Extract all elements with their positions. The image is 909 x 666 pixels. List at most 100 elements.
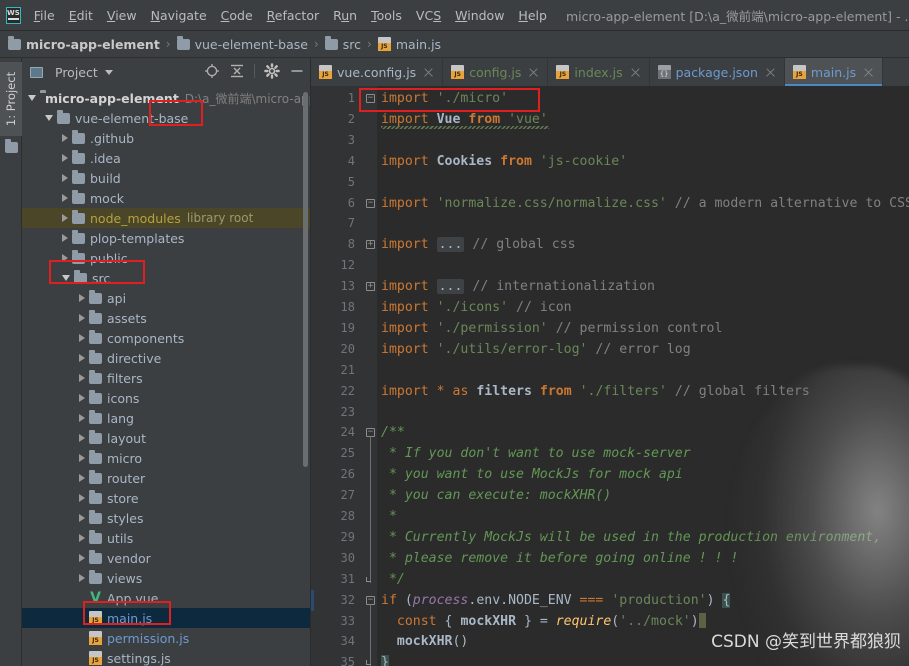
tree-node-permission-js[interactable]: permission.js — [22, 628, 311, 648]
code-line[interactable]: mockXHR() — [381, 631, 468, 652]
close-icon[interactable] — [765, 67, 776, 78]
locate-icon[interactable] — [204, 63, 220, 79]
project-tree-scrollbar[interactable] — [303, 92, 308, 467]
code-line[interactable]: * you want to use MockJs for mock api — [381, 464, 683, 485]
tree-node-app-vue[interactable]: V App.vue — [22, 588, 311, 608]
code-line[interactable]: /** — [381, 422, 405, 443]
twisty-collapsed-icon[interactable] — [79, 474, 85, 482]
code-line[interactable]: import './micro' — [381, 88, 508, 109]
close-icon[interactable] — [423, 67, 434, 78]
editor-tab-config-js[interactable]: config.js — [443, 58, 549, 86]
twisty-expanded-icon[interactable] — [28, 95, 36, 101]
fold-region-end-icon[interactable] — [366, 576, 371, 582]
close-icon[interactable] — [528, 67, 539, 78]
tree-node-components[interactable]: components — [22, 328, 311, 348]
twisty-collapsed-icon[interactable] — [62, 254, 68, 262]
twisty-collapsed-icon[interactable] — [62, 234, 68, 242]
tree-node-directive[interactable]: directive — [22, 348, 311, 368]
code-line[interactable]: * please remove it before going online !… — [381, 548, 738, 569]
project-folder-icon[interactable] — [5, 139, 18, 153]
menu-code[interactable]: Code — [214, 6, 260, 25]
twisty-collapsed-icon[interactable] — [62, 134, 68, 142]
twisty-expanded-icon[interactable] — [62, 275, 70, 281]
tree-node-vendor[interactable]: vendor — [22, 548, 311, 568]
editor-tab-package-json[interactable]: package.json — [649, 58, 785, 86]
code-line[interactable]: const { mockXHR } = require('../mock') — [381, 611, 706, 632]
tree-node-mock[interactable]: mock — [22, 188, 311, 208]
fold-expand-icon[interactable]: + — [366, 282, 375, 292]
close-icon[interactable] — [863, 67, 874, 78]
twisty-collapsed-icon[interactable] — [79, 454, 85, 462]
twisty-collapsed-icon[interactable] — [79, 314, 85, 322]
menu-run[interactable]: Run — [326, 6, 364, 25]
code-line[interactable]: import * as filters from './filters' // … — [381, 381, 810, 402]
twisty-collapsed-icon[interactable] — [62, 194, 68, 202]
editor-tab-index-js[interactable]: index.js — [548, 58, 650, 86]
menu-window[interactable]: Window — [448, 6, 511, 25]
twisty-collapsed-icon[interactable] — [79, 354, 85, 362]
twisty-collapsed-icon[interactable] — [79, 334, 85, 342]
tree-node-styles[interactable]: styles — [22, 508, 311, 528]
breadcrumb-item-main-js[interactable]: main.js — [377, 37, 441, 52]
tree-node-views[interactable]: views — [22, 568, 311, 588]
twisty-collapsed-icon[interactable] — [79, 434, 85, 442]
tree-node-plop-templates[interactable]: plop-templates — [22, 228, 311, 248]
tree-node-vue-element-base[interactable]: vue-element-base — [22, 108, 311, 128]
chevron-down-icon[interactable] — [104, 69, 113, 75]
editor-tab-main-js[interactable]: main.js — [784, 58, 884, 86]
code-line[interactable]: import './utils/error-log' // error log — [381, 339, 691, 360]
tree-node-api[interactable]: api — [22, 288, 311, 308]
twisty-collapsed-icon[interactable] — [79, 394, 85, 402]
menu-vcs[interactable]: VCS — [409, 6, 448, 25]
close-icon[interactable] — [630, 67, 641, 78]
twisty-collapsed-icon[interactable] — [79, 294, 85, 302]
twisty-collapsed-icon[interactable] — [62, 174, 68, 182]
menu-view[interactable]: View — [100, 6, 144, 25]
tree-node-micro[interactable]: micro — [22, 448, 311, 468]
rail-tab-project[interactable]: 1: Project — [0, 62, 22, 136]
twisty-collapsed-icon[interactable] — [79, 534, 85, 542]
menu-tools[interactable]: Tools — [364, 6, 409, 25]
menu-file[interactable]: File — [27, 6, 62, 25]
tree-node-icons[interactable]: icons — [22, 388, 311, 408]
code-line[interactable]: import Cookies from 'js-cookie' — [381, 151, 627, 172]
twisty-collapsed-icon[interactable] — [79, 494, 85, 502]
hide-panel-icon[interactable] — [289, 63, 305, 79]
code-line[interactable]: * you can execute: mockXHR() — [381, 485, 611, 506]
code-line[interactable]: * Currently MockJs will be used in the p… — [381, 527, 881, 548]
menu-refactor[interactable]: Refactor — [260, 6, 326, 25]
tree-node-router[interactable]: router — [22, 468, 311, 488]
tree-node-layout[interactable]: layout — [22, 428, 311, 448]
tree-node-src[interactable]: src — [22, 268, 311, 288]
tree-node-utils[interactable]: utils — [22, 528, 311, 548]
tree-node-filters[interactable]: filters — [22, 368, 311, 388]
code-line[interactable]: * If you don't want to use mock-server — [381, 443, 691, 464]
project-tree[interactable]: micro-app-element D:\a_微前端\micro-app vue-e… — [22, 86, 311, 666]
tree-node-micro-app-element[interactable]: micro-app-element D:\a_微前端\micro-app — [22, 88, 311, 108]
fold-collapse-icon[interactable]: − — [366, 94, 375, 103]
breadcrumb-item-vue-element-base[interactable]: vue-element-base — [176, 35, 308, 52]
code-editor[interactable]: 1 2 3 4 5 6 7 8 12 13 18 19 20 21 22 23 24 25 26 27 28 29 30 31… — [311, 86, 909, 666]
code-line[interactable]: if (process.env.NODE_ENV === 'production… — [381, 590, 731, 611]
code-line[interactable]: import 'normalize.css/normalize.css' // … — [381, 193, 909, 214]
tree-node--github[interactable]: .github — [22, 128, 311, 148]
fold-region-end-icon[interactable] — [366, 660, 371, 666]
tree-node-public[interactable]: public — [22, 248, 311, 268]
code-line[interactable]: import ... // internationalization — [381, 276, 655, 297]
code-line[interactable]: import './permission' // permission cont… — [381, 318, 722, 339]
twisty-collapsed-icon[interactable] — [62, 214, 68, 222]
breadcrumb-item-src[interactable]: src — [324, 35, 361, 52]
twisty-expanded-icon[interactable] — [45, 115, 53, 121]
code-line[interactable]: import ... // global css — [381, 234, 576, 255]
editor-tab-vue-config-js[interactable]: vue.config.js — [311, 58, 444, 86]
code-line[interactable]: import './icons' // icon — [381, 297, 572, 318]
tree-node--idea[interactable]: .idea — [22, 148, 311, 168]
twisty-collapsed-icon[interactable] — [79, 554, 85, 562]
code-content[interactable]: import './micro' import Vue from 'vue' imp… — [377, 86, 909, 666]
menu-navigate[interactable]: Navigate — [144, 6, 214, 25]
breadcrumb-item-project[interactable]: micro-app-element — [8, 35, 160, 52]
menu-help[interactable]: Help — [511, 6, 554, 25]
fold-collapse-icon[interactable]: − — [366, 198, 375, 208]
tree-node-main-js[interactable]: main.js — [22, 608, 311, 628]
settings-gear-icon[interactable] — [264, 63, 280, 79]
